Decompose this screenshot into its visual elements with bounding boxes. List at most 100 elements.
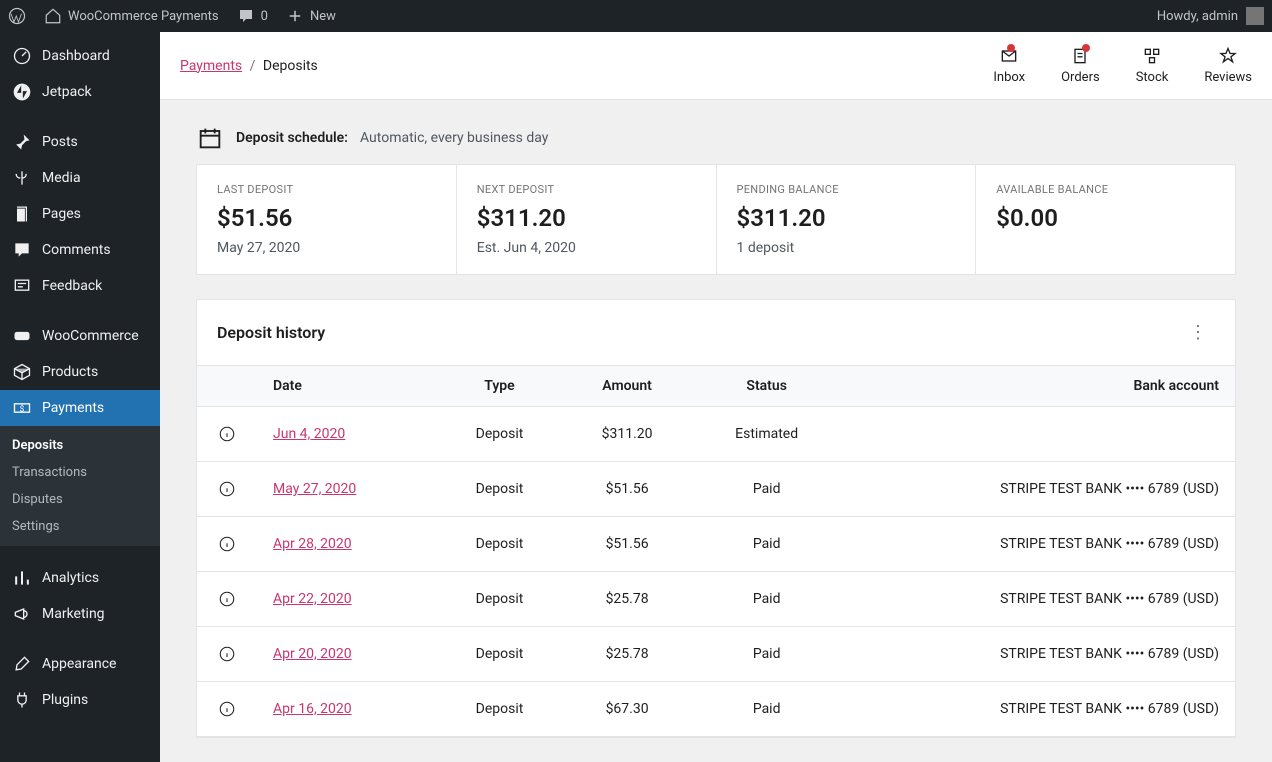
deposit-date-link[interactable]: May 27, 2020 [273,481,356,497]
menu-item-woocommerce[interactable]: WooCommerce [0,318,160,354]
menu-item-comments[interactable]: Comments [0,232,160,268]
avatar [1246,7,1264,25]
info-icon[interactable] [218,645,236,663]
info-icon[interactable] [218,535,236,553]
wp-logo[interactable] [8,7,26,25]
deposit-date-link[interactable]: Apr 20, 2020 [273,646,352,662]
submenu-item-transactions[interactable]: Transactions [0,459,160,486]
col-header[interactable] [197,366,257,407]
deposit-amount: $51.56 [562,462,692,517]
info-icon[interactable] [218,425,236,443]
deposit-type: Deposit [437,572,562,627]
deposit-type: Deposit [437,407,562,462]
history-panel: Deposit history ⋮ DateTypeAmountStatusBa… [196,299,1236,738]
megaphone-icon [12,604,32,624]
menu-item-posts[interactable]: Posts [0,124,160,160]
deposit-type: Deposit [437,682,562,737]
menu-item-plugins[interactable]: Plugins [0,682,160,718]
deposit-status: Paid [692,462,841,517]
activity-inbox[interactable]: Inbox [993,46,1025,85]
admin-sidebar: Dashboard Jetpack Posts Media Pages Comments F… [0,32,160,762]
activity-stock[interactable]: Stock [1136,46,1169,85]
menu-item-dashboard[interactable]: Dashboard [0,38,160,74]
deposit-bank: STRIPE TEST BANK •••• 6789 (USD) [841,572,1235,627]
site-name: WooCommerce Payments [68,9,219,24]
menu-item-jetpack[interactable]: Jetpack [0,74,160,110]
deposit-bank: STRIPE TEST BANK •••• 6789 (USD) [841,627,1235,682]
site-name-link[interactable]: WooCommerce Payments [44,7,219,25]
submenu-item-deposits[interactable]: Deposits [0,432,160,459]
plug-icon [12,690,32,710]
jetpack-icon [12,82,32,102]
menu-label: Media [42,170,81,186]
menu-label: Payments [42,400,104,416]
feedback-icon [12,276,32,296]
col-header[interactable]: Status [692,366,841,407]
deposit-amount: $67.30 [562,682,692,737]
menu-item-marketing[interactable]: Marketing [0,596,160,632]
submenu-item-disputes[interactable]: Disputes [0,486,160,513]
menu-label: Dashboard [42,48,110,64]
woo-icon [12,326,32,346]
schedule-value: Automatic, every business day [360,130,548,146]
menu-item-payments[interactable]: Payments [0,390,160,426]
pin-icon [12,132,32,152]
breadcrumb: Payments / Deposits [180,58,993,74]
admin-bar: WooCommerce Payments 0 New Howdy, admin [0,0,1272,32]
plus-icon [286,7,304,25]
card-amount: $0.00 [996,204,1215,232]
menu-label: Pages [42,206,81,222]
deposit-status: Paid [692,682,841,737]
card-amount: $51.56 [217,204,436,232]
breadcrumb-parent[interactable]: Payments [180,58,242,74]
card-subtext: 1 deposit [737,240,956,256]
summary-cards: LAST DEPOSIT$51.56May 27, 2020NEXT DEPOS… [196,164,1236,275]
menu-label: Appearance [42,656,116,672]
account-menu[interactable]: Howdy, admin [1157,7,1264,25]
comments-link[interactable]: 0 [237,7,268,25]
col-header[interactable]: Amount [562,366,692,407]
cash-icon [12,398,32,418]
menu-label: Marketing [42,606,105,622]
comment-icon [237,7,255,25]
history-title: Deposit history [217,323,1181,342]
top-bar: Payments / Deposits Inbox Orders Stock Revi… [160,32,1272,100]
deposit-date-link[interactable]: Apr 22, 2020 [273,591,352,607]
deposit-status: Paid [692,572,841,627]
menu-item-pages[interactable]: Pages [0,196,160,232]
new-label: New [310,9,336,24]
new-content-link[interactable]: New [286,7,336,25]
deposit-date-link[interactable]: Jun 4, 2020 [273,426,345,442]
comments-count: 0 [261,9,268,24]
activity-label: Reviews [1204,70,1252,85]
deposit-date-link[interactable]: Apr 16, 2020 [273,701,352,717]
deposit-status: Paid [692,627,841,682]
menu-item-products[interactable]: Products [0,354,160,390]
home-icon [44,7,62,25]
inbox-icon [999,46,1019,66]
activity-reviews[interactable]: Reviews [1204,46,1252,85]
card-amount: $311.20 [477,204,696,232]
history-menu-button[interactable]: ⋮ [1181,318,1215,347]
breadcrumb-current: Deposits [263,58,318,74]
menu-item-analytics[interactable]: Analytics [0,560,160,596]
activity-orders[interactable]: Orders [1061,46,1100,85]
col-header[interactable]: Bank account [841,366,1235,407]
col-header[interactable]: Type [437,366,562,407]
main-content: Payments / Deposits Inbox Orders Stock Revi… [160,32,1272,762]
activity-label: Orders [1061,70,1100,85]
menu-label: Comments [42,242,111,258]
menu-item-appearance[interactable]: Appearance [0,646,160,682]
info-icon[interactable] [218,590,236,608]
menu-item-media[interactable]: Media [0,160,160,196]
info-icon[interactable] [218,700,236,718]
info-icon[interactable] [218,480,236,498]
menu-item-feedback[interactable]: Feedback [0,268,160,304]
activity-label: Inbox [993,70,1025,85]
menu-label: Feedback [42,278,102,294]
submenu-item-settings[interactable]: Settings [0,513,160,540]
chart-icon [12,568,32,588]
card-subtext: Est. Jun 4, 2020 [477,240,696,256]
col-header[interactable]: Date [257,366,437,407]
deposit-date-link[interactable]: Apr 28, 2020 [273,536,352,552]
